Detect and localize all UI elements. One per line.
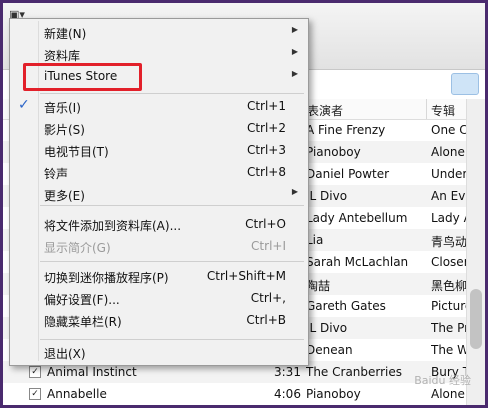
- row-checkbox[interactable]: ✓: [29, 366, 41, 378]
- cell-album: 黑色柳丁: [431, 279, 467, 293]
- menu-item-label: 偏好设置(F)...: [44, 293, 120, 307]
- cell-artist: Sarah McLachlan: [306, 255, 409, 269]
- cell-album: Closer-the: [431, 255, 467, 269]
- table-row[interactable]: ✓ Annabelle 4:06 Pianoboy Alone On: [3, 383, 467, 405]
- cell-album: One Cell In: [431, 123, 467, 137]
- menu-item-shortcut: Ctrl+1: [246, 99, 286, 113]
- checkmark-icon: ✓: [18, 97, 30, 113]
- cell-artist: Pianoboy: [306, 145, 361, 159]
- menu-item-label: 资料库: [44, 49, 81, 63]
- cell-name: Animal Instinct: [47, 365, 137, 379]
- search-button[interactable]: [451, 73, 479, 95]
- menu-item-label: 影片(S): [44, 123, 85, 137]
- itunes-store-highlight: [23, 63, 142, 91]
- menu-item[interactable]: 影片(S) Ctrl+2: [10, 117, 308, 139]
- cell-album: The Prom: [431, 321, 467, 335]
- cell-album: 青鸟动漫: [431, 235, 467, 249]
- cell-artist: Lady Antebellum: [306, 211, 408, 225]
- watermark: Baidu 经验: [414, 374, 471, 387]
- vertical-scrollbar[interactable]: [466, 99, 485, 405]
- column-header-album[interactable]: 专辑: [431, 102, 455, 119]
- menu-item-label: 隐藏菜单栏(R): [44, 315, 122, 329]
- menu-item: 显示简介(G) Ctrl+I: [10, 235, 308, 257]
- menu-item-shortcut: Ctrl+O: [245, 217, 286, 231]
- menu-item[interactable]: 更多(E) ▶: [10, 183, 308, 205]
- cell-album: Alone On: [431, 145, 467, 159]
- cell-artist: Daniel Powter: [306, 167, 390, 181]
- submenu-arrow-icon: ▶: [291, 47, 298, 56]
- cell-artist: Lia: [306, 233, 324, 247]
- view-menu-dropdown: 新建(N) ▶ 资料库 ▶ iTunes Store ▶ ✓ 音乐(I) Ctrl+1 影片(S)…: [9, 18, 309, 366]
- cell-name: Annabelle: [47, 387, 107, 401]
- cell-album: An Evenin: [431, 189, 467, 203]
- submenu-arrow-icon: ▶: [291, 69, 298, 78]
- menu-item-shortcut: Ctrl+2: [246, 121, 286, 135]
- cell-artist: Denean: [306, 343, 353, 357]
- submenu-arrow-icon: ▶: [291, 187, 298, 196]
- menu-item[interactable]: 铃声 Ctrl+8: [10, 161, 308, 183]
- menu-item[interactable]: 电视节目(T) Ctrl+3: [10, 139, 308, 161]
- cell-album: Alone On: [431, 387, 467, 401]
- cell-artist: A Fine Frenzy: [306, 123, 386, 137]
- cell-time: 4:06: [274, 387, 301, 401]
- cell-album: Pictures o: [431, 299, 467, 313]
- cell-artist: IL Divo: [306, 321, 348, 335]
- cell-artist: Pianoboy: [306, 387, 361, 401]
- menu-item-shortcut: Ctrl+I: [251, 239, 286, 253]
- cell-artist: The Cranberries: [306, 365, 403, 379]
- cell-album: Under The: [431, 167, 467, 181]
- menu-separator: [40, 261, 304, 262]
- cell-artist: IL Divo: [306, 189, 348, 203]
- menu-item[interactable]: 隐藏菜单栏(R) Ctrl+B: [10, 309, 308, 331]
- menu-item-label: 新建(N): [44, 27, 87, 41]
- menu-item[interactable]: 将文件添加到资料库(A)... Ctrl+O: [10, 213, 308, 235]
- menu-separator: [40, 93, 304, 94]
- cell-album: Lady Ante: [431, 211, 467, 225]
- menu-item[interactable]: 切换到迷你播放程序(P) Ctrl+Shift+M: [10, 265, 308, 287]
- menu-item-shortcut: Ctrl+B: [246, 313, 286, 327]
- menu-item-shortcut: Ctrl+3: [246, 143, 286, 157]
- scrollbar-thumb[interactable]: [470, 289, 482, 349]
- menu-item[interactable]: 偏好设置(F)... Ctrl+,: [10, 287, 308, 309]
- cell-album: The Weav: [431, 343, 467, 357]
- menu-item-shortcut: Ctrl+Shift+M: [206, 269, 286, 283]
- menu-item-shortcut: Ctrl+8: [246, 165, 286, 179]
- submenu-arrow-icon: ▶: [291, 25, 298, 34]
- menu-item[interactable]: ✓ 音乐(I) Ctrl+1: [10, 95, 308, 117]
- menu-separator: [40, 339, 304, 340]
- cell-time: 3:31: [274, 365, 301, 379]
- menu-item-label: 显示简介(G): [44, 241, 111, 255]
- menu-item[interactable]: 资料库 ▶: [10, 43, 308, 65]
- menu-item-label: 铃声: [44, 167, 69, 181]
- menu-item-label: 电视节目(T): [44, 145, 109, 159]
- menu-item[interactable]: 退出(X): [10, 341, 308, 363]
- menu-item-shortcut: Ctrl+,: [250, 291, 286, 305]
- menu-item-label: 退出(X): [44, 347, 86, 361]
- menu-separator: [40, 205, 304, 206]
- menu-item-label: 将文件添加到资料库(A)...: [44, 219, 182, 233]
- cell-artist: Gareth Gates: [306, 299, 386, 313]
- menu-item-label: 音乐(I): [44, 101, 81, 115]
- row-checkbox[interactable]: ✓: [29, 388, 41, 400]
- menu-item-label: 切换到迷你播放程序(P): [44, 271, 169, 285]
- menu-item[interactable]: 新建(N) ▶: [10, 21, 308, 43]
- cell-artist: 陶喆: [306, 279, 331, 293]
- column-header-artist[interactable]: 表演者: [307, 102, 343, 119]
- menu-item-label: 更多(E): [44, 189, 85, 203]
